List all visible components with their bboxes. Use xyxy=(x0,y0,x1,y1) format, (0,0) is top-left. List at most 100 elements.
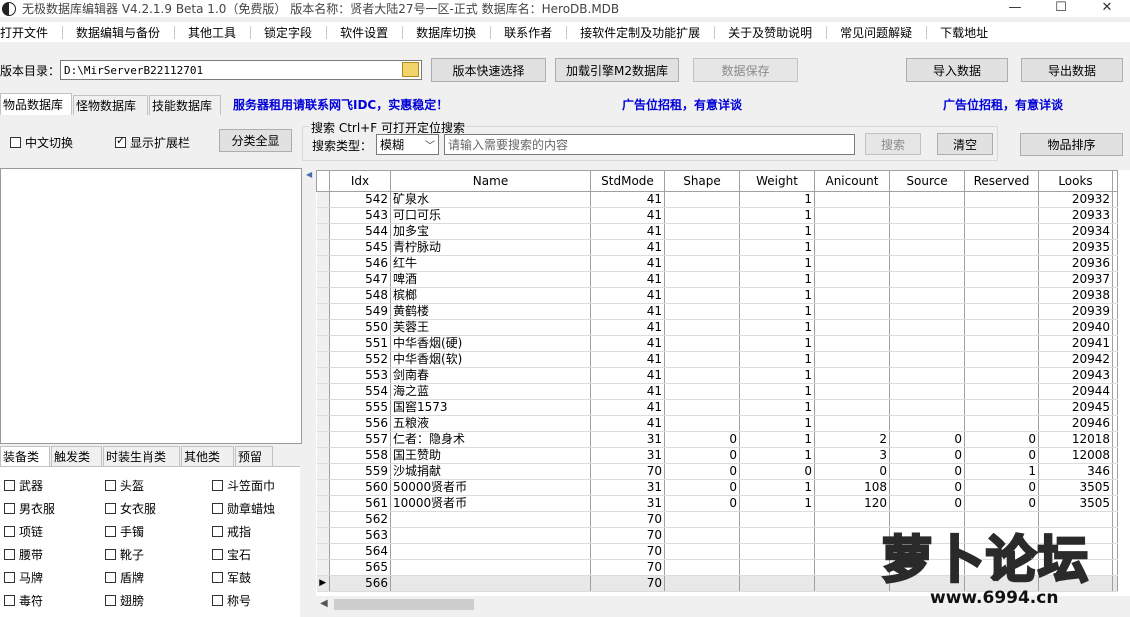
cell-weight[interactable] xyxy=(739,575,815,592)
cell-name[interactable]: 剑南春 xyxy=(390,367,591,384)
cell-name[interactable]: 啤酒 xyxy=(390,271,591,288)
cell-weight[interactable]: 0 xyxy=(739,463,815,480)
table-row[interactable]: 550 芙蓉王 41 1 20940 xyxy=(316,319,1118,336)
maximize-button[interactable]: ☐ xyxy=(1038,0,1084,17)
cell-weight[interactable]: 1 xyxy=(739,495,815,512)
cell-stdmode[interactable]: 41 xyxy=(590,367,665,384)
cell-anicount[interactable] xyxy=(814,191,890,208)
category-checkbox[interactable]: 斗笠面巾 xyxy=(212,477,275,494)
cell-anicount[interactable] xyxy=(814,255,890,272)
cell-anicount[interactable] xyxy=(814,399,890,416)
cell-idx[interactable]: 552 xyxy=(329,351,391,368)
cell-name[interactable]: 可口可乐 xyxy=(390,207,591,224)
version-dir-input[interactable]: D:\MirServerB22112701 xyxy=(60,60,422,80)
cell-anicount[interactable]: 120 xyxy=(814,495,890,512)
row-indicator[interactable] xyxy=(316,191,330,208)
table-row[interactable]: 549 黄鹤楼 41 1 20939 xyxy=(316,303,1118,320)
collapse-arrow-icon[interactable]: ◀ xyxy=(306,170,312,179)
scroll-left-icon[interactable]: ◀ xyxy=(320,598,328,609)
cell-looks[interactable]: 3505 xyxy=(1038,495,1113,512)
cell-shape[interactable] xyxy=(664,271,740,288)
cell-name[interactable]: 国王赞助 xyxy=(390,447,591,464)
cell-idx[interactable]: 554 xyxy=(329,383,391,400)
cell-reserved[interactable] xyxy=(964,367,1039,384)
category-checkbox[interactable]: 项链 xyxy=(4,523,43,540)
cell-idx[interactable]: 558 xyxy=(329,447,391,464)
cell-weight[interactable]: 1 xyxy=(739,287,815,304)
cell-anicount[interactable] xyxy=(814,575,890,592)
search-type-select[interactable]: 模糊 ﹀ xyxy=(376,134,439,155)
cell-anicount[interactable] xyxy=(814,303,890,320)
cell-name[interactable]: 加多宝 xyxy=(390,223,591,240)
cell-idx[interactable]: 559 xyxy=(329,463,391,480)
cell-source[interactable] xyxy=(889,351,965,368)
row-indicator[interactable] xyxy=(316,223,330,240)
cell-looks[interactable]: 20933 xyxy=(1038,207,1113,224)
row-indicator[interactable] xyxy=(316,287,330,304)
tab-monster-db[interactable]: 怪物数据库 xyxy=(73,95,148,115)
cell-idx[interactable]: 542 xyxy=(329,191,391,208)
cell-shape[interactable] xyxy=(664,335,740,352)
cell-shape[interactable] xyxy=(664,367,740,384)
cell-stdmode[interactable]: 31 xyxy=(590,479,665,496)
cell-anicount[interactable]: 0 xyxy=(814,463,890,480)
cell-looks[interactable]: 346 xyxy=(1038,463,1113,480)
cell-shape[interactable] xyxy=(664,543,740,560)
cell-anicount[interactable] xyxy=(814,351,890,368)
tab-reserved[interactable]: 预留 xyxy=(235,446,273,466)
category-checkbox[interactable]: 手镯 xyxy=(105,523,144,540)
cell-reserved[interactable]: 0 xyxy=(964,447,1039,464)
row-indicator[interactable] xyxy=(316,511,330,528)
cell-shape[interactable] xyxy=(664,527,740,544)
cell-anicount[interactable]: 3 xyxy=(814,447,890,464)
table-row[interactable]: 557 仁者：隐身术 31 0 1 2 0 0 12018 xyxy=(316,431,1118,448)
row-indicator[interactable] xyxy=(316,383,330,400)
search-button[interactable]: 搜索 xyxy=(865,133,921,155)
cell-shape[interactable] xyxy=(664,383,740,400)
cell-stdmode[interactable]: 41 xyxy=(590,303,665,320)
cell-weight[interactable]: 1 xyxy=(739,239,815,256)
cell-anicount[interactable] xyxy=(814,511,890,528)
cell-shape[interactable]: 0 xyxy=(664,479,740,496)
row-indicator[interactable] xyxy=(316,559,330,576)
cell-shape[interactable] xyxy=(664,511,740,528)
cell-weight[interactable] xyxy=(739,511,815,528)
category-checkbox[interactable]: 男衣服 xyxy=(4,500,55,517)
cell-name[interactable] xyxy=(390,527,591,544)
cell-looks[interactable]: 20941 xyxy=(1038,335,1113,352)
cell-weight[interactable]: 1 xyxy=(739,319,815,336)
cell-weight[interactable]: 1 xyxy=(739,303,815,320)
row-indicator[interactable] xyxy=(316,463,330,480)
cell-looks[interactable]: 20944 xyxy=(1038,383,1113,400)
cell-weight[interactable] xyxy=(739,559,815,576)
cell-anicount[interactable] xyxy=(814,383,890,400)
row-indicator[interactable] xyxy=(316,543,330,560)
cell-stdmode[interactable]: 41 xyxy=(590,415,665,432)
cell-source[interactable] xyxy=(889,415,965,432)
table-row[interactable]: 553 剑南春 41 1 20943 xyxy=(316,367,1118,384)
cell-idx[interactable]: 560 xyxy=(329,479,391,496)
menu-item[interactable]: 接软件定制及功能扩展 xyxy=(566,24,714,41)
cell-source[interactable] xyxy=(889,319,965,336)
cell-looks[interactable]: 20932 xyxy=(1038,191,1113,208)
column-header[interactable]: StdMode xyxy=(590,170,665,192)
cell-looks[interactable]: 20946 xyxy=(1038,415,1113,432)
category-checkbox[interactable]: 称号 xyxy=(212,592,251,609)
cell-weight[interactable]: 1 xyxy=(739,271,815,288)
row-indicator[interactable] xyxy=(316,271,330,288)
cell-name[interactable]: 沙城捐献 xyxy=(390,463,591,480)
cell-source[interactable] xyxy=(889,383,965,400)
cell-source[interactable] xyxy=(889,223,965,240)
cell-weight[interactable] xyxy=(739,527,815,544)
category-checkbox[interactable]: 靴子 xyxy=(105,546,144,563)
column-header[interactable]: Source xyxy=(889,170,965,192)
cell-name[interactable] xyxy=(390,559,591,576)
close-button[interactable]: ✕ xyxy=(1084,0,1130,17)
menu-item[interactable]: 联系作者 xyxy=(490,24,566,41)
cell-stdmode[interactable]: 41 xyxy=(590,287,665,304)
cell-source[interactable] xyxy=(889,191,965,208)
cell-weight[interactable]: 1 xyxy=(739,479,815,496)
cell-stdmode[interactable]: 41 xyxy=(590,399,665,416)
cell-looks[interactable]: 20935 xyxy=(1038,239,1113,256)
cell-reserved[interactable] xyxy=(964,287,1039,304)
